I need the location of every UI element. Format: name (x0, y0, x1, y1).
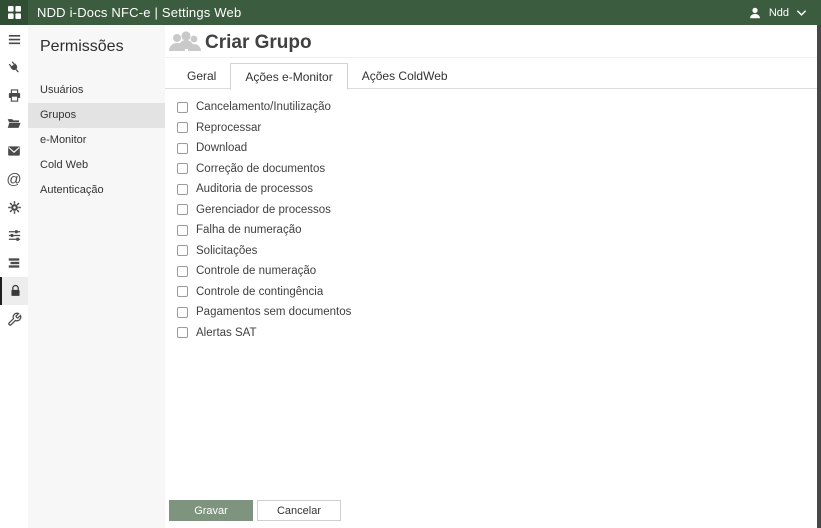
checkbox[interactable] (177, 122, 188, 134)
mail-icon (8, 146, 20, 156)
checkbox-row[interactable]: Download (177, 138, 797, 159)
icon-rail: @ (0, 25, 28, 528)
main-content: Criar Grupo Geral Ações e-Monitor Ações … (165, 25, 817, 528)
right-edge-scrollbar[interactable] (817, 25, 821, 528)
rail-item-security[interactable] (0, 277, 28, 305)
tab-label: Ações ColdWeb (361, 69, 448, 83)
permissions-sidebar: Permissões Usuários Grupos e-Monitor Col… (28, 25, 165, 528)
page-title: Criar Grupo (205, 32, 312, 53)
sidebar-item-label: e-Monitor (40, 134, 87, 146)
sidebar-item[interactable]: e-Monitor (28, 128, 165, 153)
checkbox[interactable] (177, 142, 188, 154)
permissions-checkbox-list: Cancelamento/Inutilização Reprocessar Do… (177, 97, 797, 343)
checkbox-label: Pagamentos sem documentos (196, 306, 352, 319)
tab[interactable]: Geral (173, 63, 230, 89)
checkbox[interactable] (177, 224, 188, 236)
tab[interactable]: Ações ColdWeb (348, 63, 462, 89)
tab-label: Geral (187, 69, 217, 83)
checkbox-row[interactable]: Solicitações (177, 241, 797, 262)
stack-icon (8, 258, 20, 268)
checkbox-label: Cancelamento/Inutilização (196, 101, 331, 114)
checkbox-row[interactable]: Cancelamento/Inutilização (177, 97, 797, 118)
checkbox-row[interactable]: Alertas SAT (177, 323, 797, 344)
user-icon (749, 7, 760, 18)
user-name: Ndd (768, 6, 789, 19)
sidebar-item[interactable]: Cold Web (28, 153, 165, 178)
tab-label: Ações e-Monitor (245, 70, 333, 84)
checkbox[interactable] (177, 286, 188, 298)
checkbox-label: Download (196, 142, 248, 155)
user-menu[interactable]: Ndd (748, 6, 821, 20)
at-sign-icon: @ (6, 170, 22, 188)
gear-icon (7, 200, 21, 214)
rail-item-menu[interactable] (0, 25, 28, 53)
topbar: NDD i-Docs NFC-e | Settings Web Ndd (0, 0, 821, 25)
checkbox-label: Gerenciador de processos (196, 203, 331, 216)
checkbox[interactable] (177, 204, 188, 216)
form-actions: Gravar Cancelar (169, 500, 341, 521)
apps-grid-button[interactable] (0, 0, 28, 25)
apps-grid-icon (7, 6, 21, 19)
sidebar-item-label: Cold Web (40, 159, 89, 171)
tab[interactable]: Ações e-Monitor (230, 63, 348, 90)
checkbox-row[interactable]: Correção de documentos (177, 159, 797, 180)
app-title: NDD i-Docs NFC-e | Settings Web (37, 5, 242, 20)
lock-icon (10, 285, 20, 296)
rail-item-printers[interactable] (0, 81, 28, 109)
chevron-down-icon (796, 9, 807, 16)
checkbox[interactable] (177, 101, 188, 113)
cancel-button[interactable]: Cancelar (257, 500, 341, 521)
sidebar-item[interactable]: Grupos (28, 103, 165, 128)
sliders-icon (8, 229, 20, 241)
rail-item-preferences[interactable] (0, 221, 28, 249)
checkbox-row[interactable]: Gerenciador de processos (177, 200, 797, 221)
checkbox-label: Falha de numeração (196, 224, 302, 237)
checkbox-row[interactable]: Falha de numeração (177, 220, 797, 241)
sidebar-list: Usuários Grupos e-Monitor Cold Web Auten… (28, 78, 165, 203)
checkbox[interactable] (177, 245, 188, 257)
checkbox-label: Reprocessar (196, 121, 262, 134)
checkbox-label: Controle de contingência (196, 285, 324, 298)
sidebar-item[interactable]: Autenticação (28, 178, 165, 203)
rail-item-tools[interactable] (0, 305, 28, 333)
menu-icon (8, 34, 20, 44)
checkbox[interactable] (177, 306, 188, 318)
app-window: NDD i-Docs NFC-e | Settings Web Ndd @ Pe… (0, 0, 821, 528)
folder-open-icon (7, 118, 21, 128)
checkbox-label: Alertas SAT (196, 326, 257, 339)
rail-item-services[interactable] (0, 249, 28, 277)
sidebar-item-label: Autenticação (40, 184, 104, 196)
checkbox-row[interactable]: Auditoria de processos (177, 179, 797, 200)
checkbox-row[interactable]: Controle de contingência (177, 282, 797, 303)
plug-icon (8, 60, 19, 72)
page-header: Criar Grupo (165, 28, 817, 58)
checkbox-row[interactable]: Pagamentos sem documentos (177, 302, 797, 323)
printer-icon (8, 88, 20, 102)
rail-item-settings[interactable] (0, 193, 28, 221)
checkbox-label: Correção de documentos (196, 162, 326, 175)
sidebar-item[interactable]: Usuários (28, 78, 165, 103)
checkbox-label: Controle de numeração (196, 265, 317, 278)
tab-bar: Geral Ações e-Monitor Ações ColdWeb (165, 63, 817, 90)
checkbox-label: Auditoria de processos (196, 183, 313, 196)
sidebar-item-label: Grupos (40, 109, 77, 121)
sidebar-title: Permissões (40, 38, 124, 55)
checkbox[interactable] (177, 327, 188, 339)
wrench-icon (7, 312, 21, 326)
checkbox-row[interactable]: Reprocessar (177, 118, 797, 139)
rail-item-connections[interactable] (0, 53, 28, 81)
rail-item-mail[interactable] (0, 137, 28, 165)
rail-item-at[interactable]: @ (0, 165, 28, 193)
checkbox[interactable] (177, 265, 188, 277)
checkbox-row[interactable]: Controle de numeração (177, 261, 797, 282)
group-people-icon (169, 31, 201, 51)
save-button[interactable]: Gravar (169, 500, 253, 521)
sidebar-item-label: Usuários (40, 84, 84, 96)
checkbox-label: Solicitações (196, 244, 258, 257)
checkbox[interactable] (177, 163, 188, 175)
rail-item-files[interactable] (0, 109, 28, 137)
checkbox[interactable] (177, 183, 188, 195)
